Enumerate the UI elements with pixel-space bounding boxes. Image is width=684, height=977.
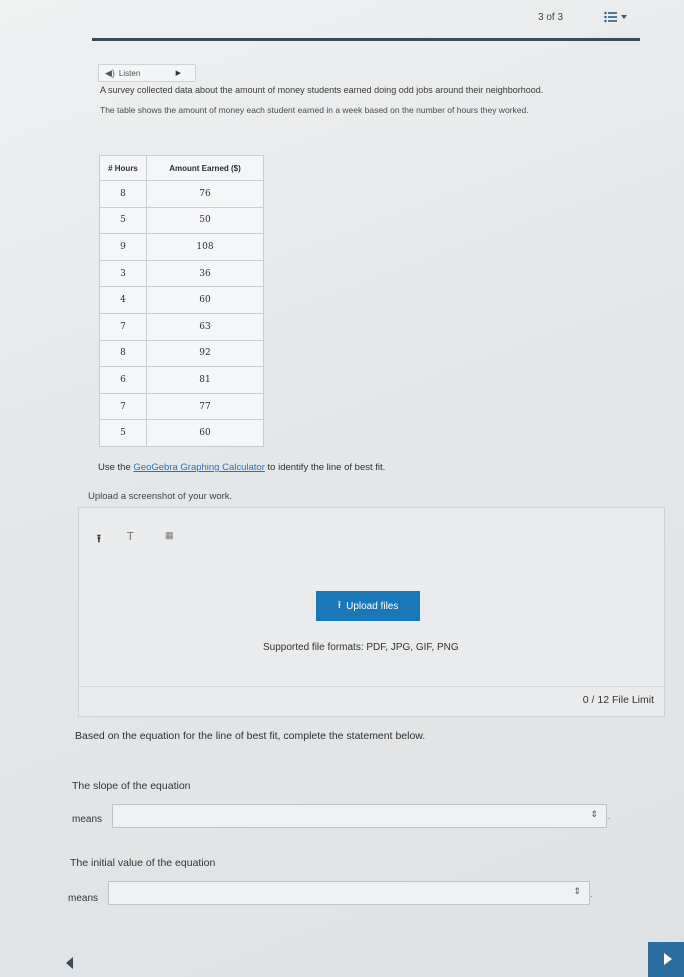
question-initial-value: The initial value of the equation (70, 857, 216, 869)
amount-cell: 50 (146, 206, 264, 235)
amount-cell: 36 (146, 259, 264, 288)
amount-cell: 60 (146, 286, 264, 314)
supported-formats: Supported file formats: PDF, JPG, GIF, P… (263, 642, 459, 653)
amount-cell: 76 (146, 180, 264, 208)
upload-prompt: Upload a screenshot of your work. (88, 491, 233, 502)
limit-divider (79, 686, 664, 687)
hours-cell: 7 (99, 312, 147, 341)
dropdown-arrows-icon: ⇕ (573, 886, 581, 896)
table-row: 7 77 (99, 392, 264, 421)
table-row: 8 76 (99, 180, 264, 208)
means-label: means (72, 814, 103, 825)
list-icon (604, 11, 617, 23)
question-slope: The slope of the equation (72, 780, 191, 792)
table-row: 5 50 (99, 206, 264, 235)
hours-cell: 8 (99, 180, 147, 208)
table-row: 5 60 (99, 419, 264, 447)
amount-cell: 92 (146, 339, 264, 368)
hours-cell: 7 (99, 392, 147, 421)
table-row: 7 63 (99, 312, 264, 341)
table-row: 8 92 (99, 339, 264, 368)
listen-button[interactable]: ◀) Listen ▶ (98, 64, 196, 82)
table-row: 6 81 (99, 366, 264, 394)
play-icon: ▶ (175, 70, 181, 77)
listen-label: Listen (118, 68, 141, 78)
amount-cell: 108 (146, 233, 264, 261)
table-row: 3 36 (99, 259, 264, 288)
header-divider (92, 38, 640, 41)
description-text: The table shows the amount of money each… (100, 105, 529, 115)
hours-cell: 4 (99, 286, 147, 314)
question-list-menu[interactable] (604, 8, 632, 26)
hours-cell: 5 (99, 206, 147, 235)
upload-panel: ⭱ T ▦ ⭱ Upload files Supported file form… (78, 507, 665, 717)
means-label: means (68, 893, 99, 904)
next-arrow-icon (664, 953, 672, 965)
period-mark: . (590, 889, 593, 899)
speaker-icon: ◀) (105, 67, 115, 78)
upload-files-button[interactable]: ⭱ Upload files (316, 591, 420, 621)
data-table: # Hours Amount Earned ($) 8 76 5 50 9 108 3 36 4… (99, 155, 264, 447)
instruction-text: Use the GeoGebra Graphing Calculator to … (98, 462, 386, 473)
hours-cell: 5 (99, 419, 147, 447)
amount-cell: 77 (146, 392, 264, 421)
table-header: # Hours (99, 155, 147, 181)
upload-button-label: Upload files (346, 600, 399, 612)
draw-tool-icon[interactable]: ▦ (165, 530, 174, 541)
amount-cell: 63 (146, 312, 264, 341)
upload-icon: ⭱ (337, 599, 342, 611)
initial-value-dropdown[interactable]: ⇕ (108, 881, 590, 905)
chevron-down-icon (621, 15, 627, 19)
table-header: Amount Earned ($) (146, 155, 264, 181)
hours-cell: 6 (99, 366, 147, 394)
statement-text: Based on the equation for the line of be… (75, 730, 426, 742)
text-tool-icon[interactable]: T (127, 530, 134, 543)
intro-text: A survey collected data about the amount… (100, 85, 544, 95)
page-counter: 3 of 3 (538, 12, 564, 23)
table-row: 4 60 (99, 286, 264, 314)
period-mark: . (608, 811, 611, 821)
next-button[interactable] (648, 942, 684, 977)
previous-arrow-icon[interactable] (66, 957, 73, 969)
hours-cell: 8 (99, 339, 147, 368)
amount-cell: 60 (146, 419, 264, 447)
amount-cell: 81 (146, 366, 264, 394)
hours-cell: 9 (99, 233, 147, 261)
file-limit: 0 / 12 File Limit (582, 694, 654, 706)
geogebra-link[interactable]: GeoGebra Graphing Calculator (133, 462, 265, 473)
upload-tool-icon[interactable]: ⭱ (97, 530, 101, 549)
table-row: 9 108 (99, 233, 264, 261)
dropdown-arrows-icon: ⇕ (590, 809, 598, 819)
hours-cell: 3 (99, 259, 147, 288)
slope-dropdown[interactable]: ⇕ (112, 804, 607, 828)
